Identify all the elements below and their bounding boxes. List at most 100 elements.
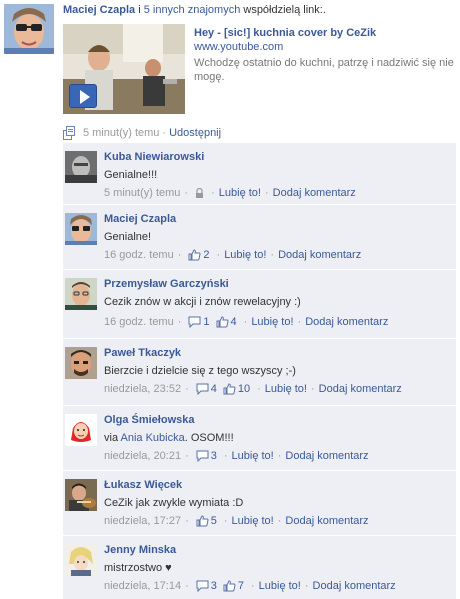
action-text: współdzielą link:.: [240, 4, 326, 16]
like-link[interactable]: Lubię to!: [259, 580, 301, 592]
thumbs-up-icon[interactable]: [196, 515, 209, 527]
replies-count[interactable]: 1: [203, 316, 209, 328]
comment-bubble-icon[interactable]: [196, 383, 209, 396]
comment-author-link[interactable]: Jenny Minska: [104, 544, 176, 556]
comment-author-link[interactable]: Kuba Niewiarowski: [104, 151, 204, 163]
list-item: Paweł Tkaczyk Bierzcie i dzielcie się z …: [63, 339, 456, 406]
attachment-title-link[interactable]: Hey - [sic!] kuchnia cover by CeZik: [194, 27, 376, 39]
lock-icon: [195, 187, 204, 198]
separator: ·: [264, 187, 269, 199]
thumbs-up-icon[interactable]: [216, 316, 229, 328]
thumbs-up-icon[interactable]: [223, 580, 236, 592]
comment-meta: niedziela, 17:14 · 3 7 · Lubię to! · Dod…: [104, 580, 396, 593]
list-item: Olga Śmiełowska via Ania Kubicka. OSOM!!…: [63, 406, 456, 471]
separator: ·: [277, 515, 282, 527]
likes-count[interactable]: 4: [231, 316, 237, 328]
comment-author-link[interactable]: Paweł Tkaczyk: [104, 347, 181, 359]
comment-bubble-icon[interactable]: [196, 450, 209, 463]
thumbs-up-icon[interactable]: [188, 249, 201, 261]
separator: ·: [185, 450, 189, 462]
list-item: Łukasz Więcek CeZik jak zwykle wymiata :…: [63, 471, 456, 536]
like-link[interactable]: Lubię to!: [265, 383, 307, 395]
comment-text-suffix: . OSOM!!!: [184, 432, 234, 444]
comment-timestamp: niedziela, 23:52: [104, 383, 182, 395]
comment-text: mistrzostwo ♥: [104, 562, 172, 574]
comment-text: Cezik znów w akcji i znów rewelacyjny :): [104, 296, 301, 308]
separator: ·: [250, 580, 255, 592]
separator: ·: [184, 187, 189, 199]
separator: ·: [223, 450, 228, 462]
comment-timestamp: 16 godz. temu: [104, 249, 174, 261]
comment-text: CeZik jak zwykle wymiata :D: [104, 497, 244, 509]
video-thumbnail[interactable]: [63, 24, 185, 114]
avatar[interactable]: [65, 151, 97, 183]
share-icon: [63, 126, 77, 140]
separator: ·: [277, 450, 282, 462]
comment-meta: 5 minut(y) temu · · Lubię to! · Dodaj ko…: [104, 187, 356, 199]
thumbs-up-icon[interactable]: [223, 383, 236, 395]
separator: ·: [177, 249, 182, 261]
comment-list: Kuba Niewiarowski Genialne!!! 5 minut(y)…: [63, 143, 456, 599]
comment-bubble-icon[interactable]: [196, 580, 209, 593]
replies-count[interactable]: 4: [211, 383, 217, 395]
comment-meta: 16 godz. temu · 1 4 · Lubię to! · Dodaj …: [104, 316, 388, 329]
replies-count[interactable]: 3: [211, 580, 217, 592]
share-link[interactable]: Udostępnij: [169, 127, 221, 139]
likes-count[interactable]: 10: [238, 383, 250, 395]
comment-timestamp: 5 minut(y) temu: [104, 187, 181, 199]
avatar[interactable]: [65, 479, 97, 511]
avatar[interactable]: [65, 213, 97, 245]
likes-count[interactable]: 7: [238, 580, 244, 592]
separator: ·: [185, 515, 189, 527]
like-link[interactable]: Lubię to!: [232, 450, 274, 462]
actor-name-link[interactable]: Maciej Czapla: [63, 4, 135, 16]
like-link[interactable]: Lubię to!: [251, 316, 293, 328]
comment-meta: 16 godz. temu · 2 · Lubię to! · Dodaj ko…: [104, 249, 361, 261]
add-comment-link[interactable]: Dodaj komentarz: [285, 450, 368, 462]
separator: ·: [223, 515, 228, 527]
add-comment-link[interactable]: Dodaj komentarz: [273, 187, 356, 199]
separator: ·: [297, 316, 302, 328]
add-comment-link[interactable]: Dodaj komentarz: [319, 383, 402, 395]
comment-author-link[interactable]: Maciej Czapla: [104, 213, 176, 225]
attachment-description: Wchodzę ostatnio do kuchni, patrzę i nad…: [194, 57, 454, 83]
separator: ·: [304, 580, 309, 592]
separator: ·: [211, 187, 215, 199]
separator: ·: [243, 316, 248, 328]
comment-text: Genialne!!!: [104, 169, 158, 181]
add-comment-link[interactable]: Dodaj komentarz: [313, 580, 396, 592]
avatar[interactable]: [65, 278, 97, 310]
comment-timestamp: niedziela, 17:14: [104, 580, 182, 592]
likes-count[interactable]: 2: [203, 249, 209, 261]
friends-link[interactable]: 5 innych znajomych: [144, 4, 241, 16]
play-icon[interactable]: [69, 84, 97, 108]
comment-author-link[interactable]: Łukasz Więcek: [104, 479, 182, 491]
avatar[interactable]: [65, 414, 97, 446]
comment-author-link[interactable]: Olga Śmiełowska: [104, 414, 194, 426]
separator: ·: [257, 383, 261, 395]
comment-timestamp: 16 godz. temu: [104, 316, 174, 328]
add-comment-link[interactable]: Dodaj komentarz: [285, 515, 368, 527]
comment-author-link[interactable]: Przemysław Garczyński: [104, 278, 229, 290]
add-comment-link[interactable]: Dodaj komentarz: [305, 316, 388, 328]
likes-count[interactable]: 5: [211, 515, 217, 527]
like-link[interactable]: Lubię to!: [232, 515, 274, 527]
avatar[interactable]: [4, 4, 54, 54]
mention-link[interactable]: Ania Kubicka: [121, 432, 185, 444]
story-header: Maciej Czapla i 5 innych znajomych współ…: [63, 4, 326, 16]
add-comment-link[interactable]: Dodaj komentarz: [278, 249, 361, 261]
separator: ·: [185, 383, 189, 395]
attachment-url-link[interactable]: www.youtube.com: [194, 41, 283, 53]
replies-count[interactable]: 3: [211, 450, 217, 462]
comment-bubble-icon[interactable]: [188, 316, 201, 329]
avatar[interactable]: [65, 347, 97, 379]
comment-meta: niedziela, 20:21 · 3 · Lubię to! · Dodaj…: [104, 450, 369, 463]
feed-story: Maciej Czapla i 5 innych znajomych współ…: [0, 0, 460, 599]
separator: ·: [310, 383, 315, 395]
like-link[interactable]: Lubię to!: [219, 187, 261, 199]
comment-text: Genialne!: [104, 231, 152, 243]
comment-timestamp: niedziela, 20:21: [104, 450, 182, 462]
avatar[interactable]: [65, 544, 97, 576]
like-link[interactable]: Lubię to!: [224, 249, 266, 261]
comment-meta: niedziela, 17:27 · 5 · Lubię to! · Dodaj…: [104, 515, 369, 527]
